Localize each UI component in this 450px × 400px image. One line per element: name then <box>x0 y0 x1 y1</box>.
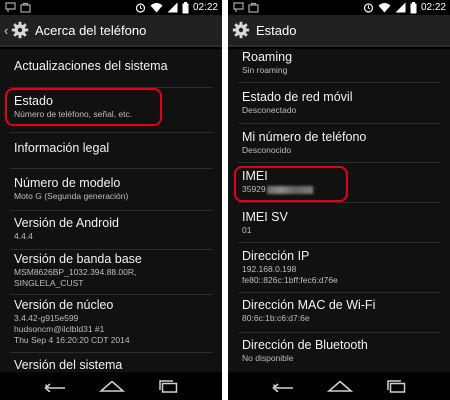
bag-icon <box>20 2 31 13</box>
back-icon[interactable] <box>44 380 66 392</box>
signal-icon <box>395 2 406 13</box>
list-item-version-sistema[interactable]: Versión del sistema <box>0 358 222 372</box>
list-item-mi-numero[interactable]: Mi número de teléfono Desconocido <box>228 130 450 156</box>
list-item-mac-wifi[interactable]: Dirección MAC de Wi-Fi 80:6c:1b:c6:d7:6e <box>228 298 450 324</box>
battery-icon <box>410 1 417 13</box>
item-subtitle: MSM8626BP_1032.394.88.00R, <box>14 267 137 277</box>
phone-screen-acerca: 02:22 ‹ Acerca del teléfono Actualizacio… <box>0 0 222 400</box>
item-subtitle: No disponible <box>242 353 294 363</box>
divider <box>238 162 440 163</box>
wifi-icon <box>150 3 163 13</box>
item-subtitle-line2: SINGLELA_CUST <box>14 278 84 288</box>
divider <box>10 132 212 133</box>
item-subtitle: Desconocido <box>242 145 292 155</box>
status-time: 02:22 <box>192 2 218 13</box>
item-title: Roaming <box>242 50 293 64</box>
item-subtitle: 3.4.42-g915e599 <box>14 313 79 323</box>
highlight-imei <box>234 166 348 202</box>
navigation-bar <box>0 372 222 400</box>
status-time: 02:22 <box>420 2 446 13</box>
item-title: Versión de núcleo <box>14 298 114 312</box>
back-chevron-icon[interactable]: ‹ <box>4 24 10 37</box>
home-icon[interactable] <box>326 380 353 392</box>
alarm-icon <box>135 3 146 13</box>
divider <box>238 242 440 243</box>
list-item-direccion-ip[interactable]: Dirección IP 192.168.0.198 fe80::826c:1b… <box>228 249 450 286</box>
item-title: Versión de banda base <box>14 252 142 266</box>
item-title: Actualizaciones del sistema <box>14 59 168 73</box>
list-item-roaming[interactable]: Roaming Sin roaming <box>228 50 450 76</box>
navigation-bar <box>228 372 450 400</box>
item-subtitle-line2: hudsoncm@ilclbld31 #1 <box>14 324 105 334</box>
item-subtitle: Sin roaming <box>242 65 288 75</box>
item-title: Versión del sistema <box>14 358 123 372</box>
item-title: Número de modelo <box>14 176 121 190</box>
item-title: Versión de Android <box>14 216 119 230</box>
status-bar: 02:22 <box>228 0 450 15</box>
page-title: Estado <box>256 22 297 38</box>
divider <box>10 249 212 250</box>
divider <box>238 123 440 124</box>
item-title: Información legal <box>14 141 110 155</box>
divider <box>238 292 440 293</box>
divider <box>10 168 212 169</box>
notification-flag-icon <box>233 2 244 12</box>
action-bar[interactable]: ‹ Acerca del teléfono <box>0 15 222 47</box>
bag-icon <box>248 2 259 13</box>
divider <box>238 332 440 333</box>
list-item-actualizaciones[interactable]: Actualizaciones del sistema <box>0 59 222 74</box>
divider <box>10 352 212 353</box>
list-item-numero-modelo[interactable]: Número de modelo Moto G (Segunda generac… <box>0 176 222 202</box>
item-title: Estado de red móvil <box>242 90 353 104</box>
list-item-estado-red-movil[interactable]: Estado de red móvil Desconectado <box>228 90 450 116</box>
wifi-icon <box>378 3 391 13</box>
item-subtitle: 192.168.0.198 <box>242 264 297 274</box>
highlight-estado <box>5 88 162 126</box>
item-subtitle: 01 <box>242 225 252 235</box>
divider <box>238 82 440 83</box>
phone-screen-estado: 02:22 Estado Roaming Sin roaming Estado … <box>228 0 450 400</box>
item-title: Dirección MAC de Wi-Fi <box>242 298 376 312</box>
item-title: IMEI SV <box>242 210 288 224</box>
list-item-informacion-legal[interactable]: Información legal <box>0 141 222 156</box>
recent-apps-icon[interactable] <box>158 379 178 393</box>
notification-flag-icon <box>5 2 16 12</box>
action-bar[interactable]: Estado <box>228 15 450 47</box>
list-item-bluetooth[interactable]: Dirección de Bluetooth No disponible <box>228 338 450 364</box>
status-bar: 02:22 <box>0 0 222 15</box>
divider <box>10 294 212 295</box>
battery-icon <box>182 1 189 13</box>
list-item-version-android[interactable]: Versión de Android 4.4.4 <box>0 216 222 242</box>
item-subtitle: 80:6c:1b:c6:d7:6e <box>242 313 310 323</box>
list-item-imei-sv[interactable]: IMEI SV 01 <box>228 210 450 236</box>
alarm-icon <box>363 3 374 13</box>
list-item-version-banda-base[interactable]: Versión de banda base MSM8626BP_1032.394… <box>0 252 222 289</box>
item-title: Dirección IP <box>242 249 310 263</box>
back-icon[interactable] <box>272 380 294 392</box>
divider <box>238 202 440 203</box>
item-subtitle: Desconectado <box>242 105 297 115</box>
item-title: Dirección de Bluetooth <box>242 338 368 352</box>
status-list: Roaming Sin roaming Estado de red móvil … <box>228 49 450 372</box>
home-icon[interactable] <box>98 380 125 392</box>
item-subtitle-line2: fe80::826c:1bff:fec6:d76e <box>242 275 338 285</box>
item-subtitle-line3: Thu Sep 4 16:20:20 CDT 2014 <box>14 335 130 345</box>
item-title: Mi número de teléfono <box>242 130 367 144</box>
recent-apps-icon[interactable] <box>386 379 406 393</box>
settings-gear-icon[interactable] <box>232 21 250 39</box>
settings-gear-icon[interactable] <box>11 21 29 39</box>
list-item-version-nucleo[interactable]: Versión de núcleo 3.4.42-g915e599 hudson… <box>0 298 222 346</box>
divider <box>10 210 212 211</box>
item-subtitle: 4.4.4 <box>14 231 33 241</box>
signal-icon <box>167 2 178 13</box>
page-title: Acerca del teléfono <box>35 22 147 38</box>
item-subtitle: Moto G (Segunda generación) <box>14 191 129 201</box>
